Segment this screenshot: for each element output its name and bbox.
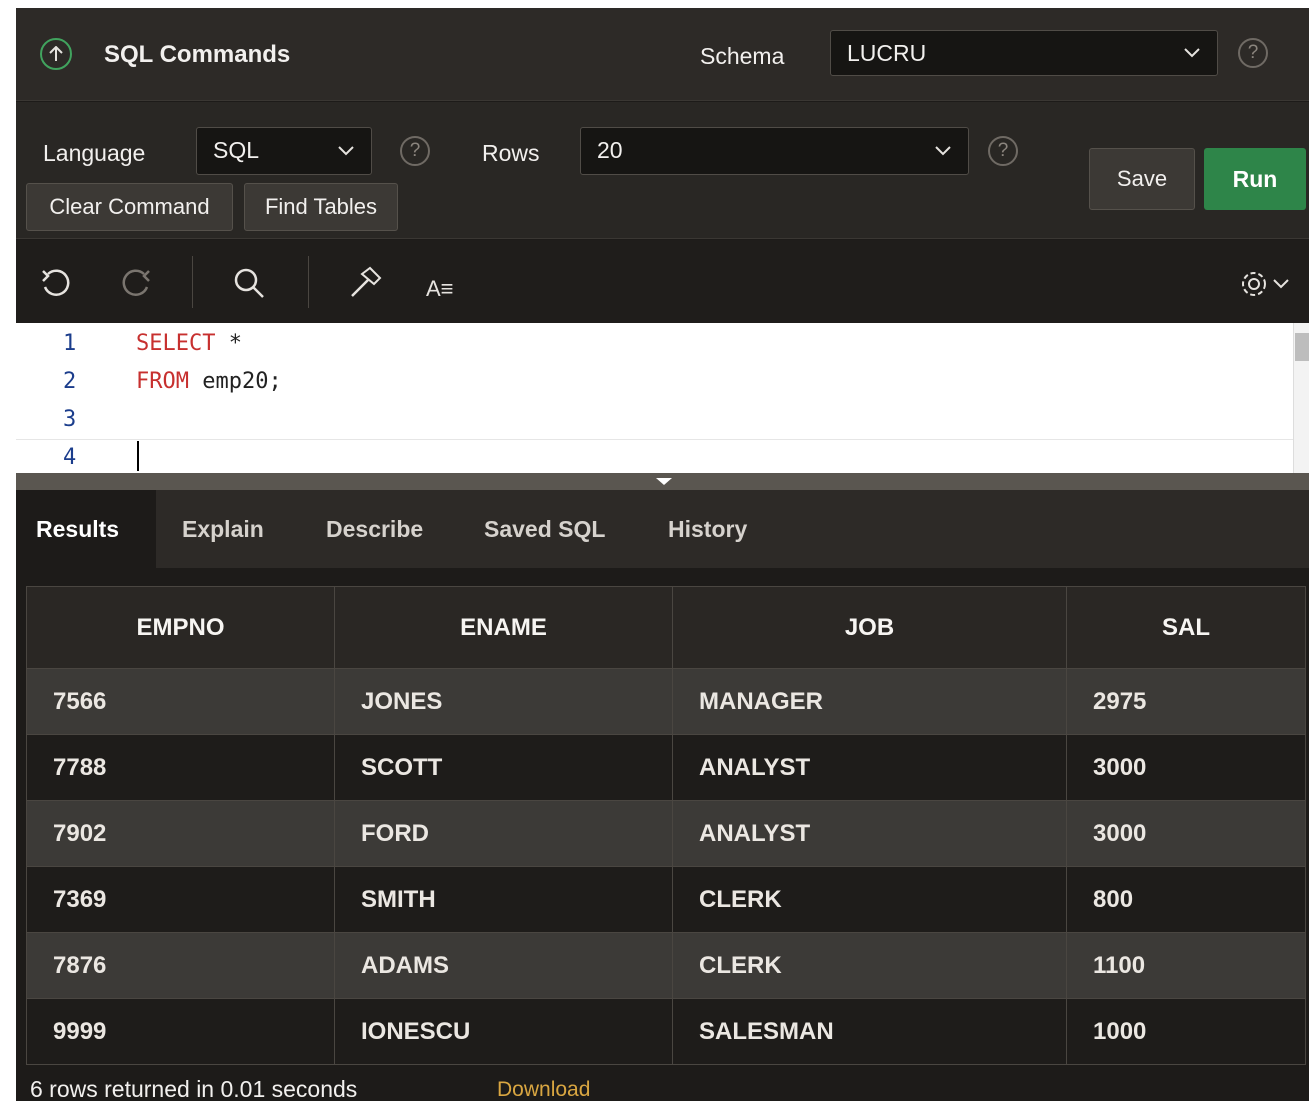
language-label: Language (43, 140, 146, 166)
table-cell: 7788 (26, 734, 335, 801)
code-text: * (215, 331, 242, 356)
download-link[interactable]: Download (497, 1078, 590, 1101)
table-row: 7902 FORD ANALYST 3000 (26, 800, 1306, 867)
sql-commands-app: SQL Commands Schema LUCRU ? Language SQL… (16, 8, 1309, 1101)
rows-label: Rows (482, 140, 540, 166)
hammer-icon[interactable] (348, 266, 382, 305)
table-cell: ANALYST (672, 800, 1067, 867)
toolbar-divider (192, 256, 193, 308)
schema-label: Schema (700, 43, 785, 69)
command-toolbar: Language SQL ? Rows 20 ? Clear Command F… (16, 102, 1309, 239)
table-cell: 9999 (26, 998, 335, 1065)
results-table-container: EMPNO ENAME JOB SAL 7566 JONES MANAGER 2… (26, 586, 1306, 1065)
table-cell: 1000 (1066, 998, 1306, 1065)
help-icon[interactable]: ? (400, 136, 430, 166)
table-header-row: EMPNO ENAME JOB SAL (26, 586, 1306, 669)
code-line-1: SELECT * (136, 331, 242, 356)
table-row: 7566 JONES MANAGER 2975 (26, 668, 1306, 735)
sql-editor[interactable]: 1 2 3 4 SELECT * FROM emp20; (16, 323, 1309, 473)
table-cell: FORD (334, 800, 673, 867)
tab-explain[interactable]: Explain (162, 490, 284, 568)
table-cell: CLERK (672, 866, 1067, 933)
chevron-down-icon (934, 128, 952, 188)
page-title: SQL Commands (104, 41, 291, 68)
arrow-up-icon[interactable] (40, 38, 72, 70)
panel-splitter[interactable] (16, 473, 1309, 490)
table-cell: JONES (334, 668, 673, 735)
help-icon[interactable]: ? (1238, 38, 1268, 68)
code-line-2: FROM emp20; (136, 369, 282, 394)
results-table: EMPNO ENAME JOB SAL 7566 JONES MANAGER 2… (26, 586, 1306, 1065)
table-row: 7876 ADAMS CLERK 1100 (26, 932, 1306, 999)
sql-keyword: SELECT (136, 331, 216, 356)
table-cell: SCOTT (334, 734, 673, 801)
undo-icon[interactable] (40, 268, 72, 303)
column-header: JOB (672, 586, 1067, 669)
code-text: emp20; (188, 369, 282, 394)
current-line-highlight (16, 439, 1306, 473)
results-tabs: Results Explain Describe Saved SQL Histo… (16, 490, 1309, 568)
tab-history[interactable]: History (648, 490, 767, 568)
editor-scrollbar[interactable] (1293, 323, 1309, 473)
results-status: 6 rows returned in 0.01 seconds (30, 1076, 358, 1101)
line-number: 4 (63, 445, 77, 470)
scrollbar-thumb[interactable] (1295, 333, 1309, 361)
save-button[interactable]: Save (1089, 148, 1195, 210)
tab-saved-sql[interactable]: Saved SQL (464, 490, 625, 568)
collapse-arrow-icon[interactable] (656, 478, 672, 485)
table-row: 7788 SCOTT ANALYST 3000 (26, 734, 1306, 801)
language-value: SQL (213, 137, 260, 163)
redo-icon[interactable] (120, 268, 152, 303)
run-button[interactable]: Run (1204, 148, 1306, 210)
line-number: 3 (63, 407, 77, 432)
table-cell: ANALYST (672, 734, 1067, 801)
table-cell: 800 (1066, 866, 1306, 933)
column-header: EMPNO (26, 586, 335, 669)
table-cell: SMITH (334, 866, 673, 933)
table-cell: 7566 (26, 668, 335, 735)
column-header: SAL (1066, 586, 1306, 669)
format-icon[interactable]: A≡ (426, 276, 454, 302)
language-select[interactable]: SQL (196, 127, 372, 175)
schema-value: LUCRU (847, 40, 927, 66)
gear-icon[interactable] (1238, 268, 1298, 305)
page-header: SQL Commands Schema LUCRU ? (16, 8, 1309, 101)
table-row: 7369 SMITH CLERK 800 (26, 866, 1306, 933)
editor-toolbar: A≡ (16, 240, 1309, 323)
rows-select[interactable]: 20 (580, 127, 969, 175)
table-cell: SALESMAN (672, 998, 1067, 1065)
search-icon[interactable] (232, 266, 266, 305)
table-cell: 1100 (1066, 932, 1306, 999)
table-cell: 7902 (26, 800, 335, 867)
table-row: 9999 IONESCU SALESMAN 1000 (26, 998, 1306, 1065)
table-cell: MANAGER (672, 668, 1067, 735)
table-cell: IONESCU (334, 998, 673, 1065)
table-cell: 3000 (1066, 734, 1306, 801)
table-cell: 2975 (1066, 668, 1306, 735)
table-cell: 7876 (26, 932, 335, 999)
find-tables-button[interactable]: Find Tables (244, 183, 398, 231)
clear-command-button[interactable]: Clear Command (26, 183, 233, 231)
toolbar-divider (308, 256, 309, 308)
table-cell: 3000 (1066, 800, 1306, 867)
help-icon[interactable]: ? (988, 136, 1018, 166)
rows-value: 20 (597, 137, 623, 163)
column-header: ENAME (334, 586, 673, 669)
line-number: 2 (63, 369, 77, 394)
chevron-down-icon (337, 128, 355, 188)
line-number: 1 (63, 331, 77, 356)
text-cursor (137, 441, 139, 471)
sql-keyword: FROM (136, 369, 189, 394)
tab-describe[interactable]: Describe (306, 490, 443, 568)
table-cell: CLERK (672, 932, 1067, 999)
table-cell: 7369 (26, 866, 335, 933)
table-cell: ADAMS (334, 932, 673, 999)
chevron-down-icon (1183, 31, 1201, 89)
schema-select[interactable]: LUCRU (830, 30, 1218, 76)
tab-results[interactable]: Results (16, 490, 156, 568)
